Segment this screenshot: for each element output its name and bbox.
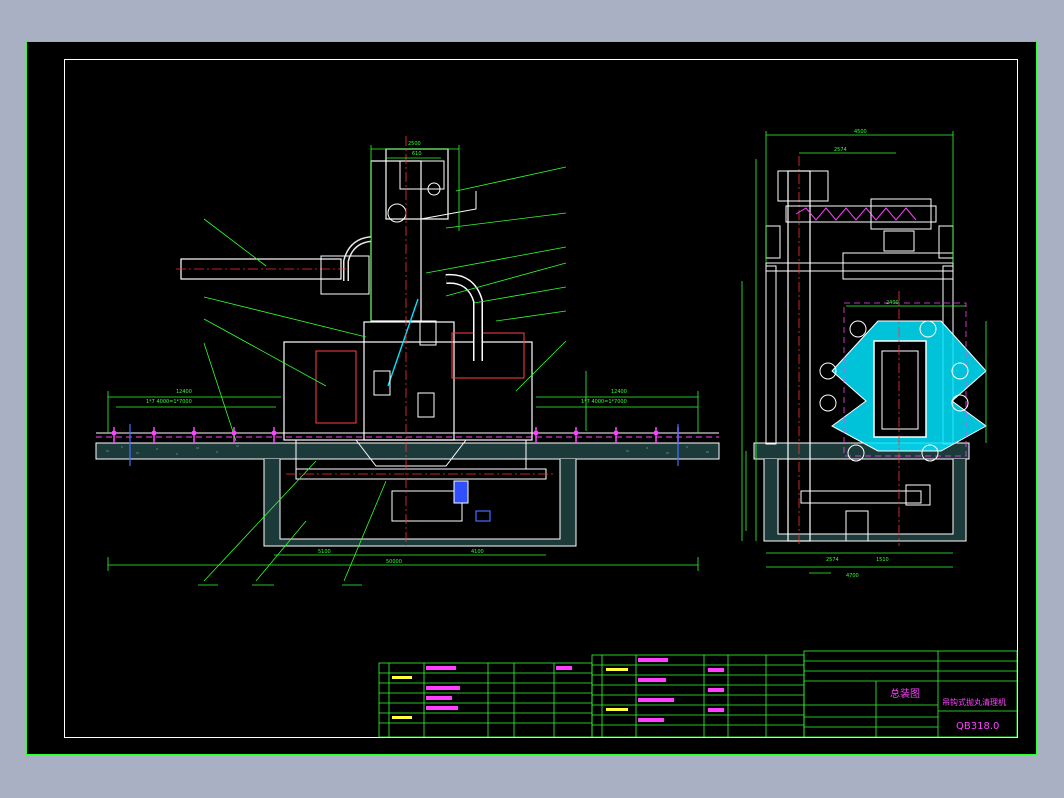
svg-text:1*7 4000=1*7000: 1*7 4000=1*7000 xyxy=(146,399,192,405)
cad-drawing: 总装图 吊钩式抛丸清理机 QB318.0 2500610 12400 12400 … xyxy=(26,41,1037,755)
svg-text:1*7 4000=1*7000: 1*7 4000=1*7000 xyxy=(581,399,627,405)
svg-text:4500: 4500 xyxy=(854,129,867,135)
svg-text:2574: 2574 xyxy=(826,557,839,563)
front-view xyxy=(95,136,720,586)
drawing-name: 吊钩式抛丸清理机 xyxy=(942,697,1006,707)
title-label: 总装图 xyxy=(890,687,920,700)
svg-text:12400: 12400 xyxy=(176,389,192,395)
svg-text:50000: 50000 xyxy=(386,559,402,565)
svg-text:12400: 12400 xyxy=(611,389,627,395)
parts-table xyxy=(378,650,1018,738)
svg-text:5100: 5100 xyxy=(318,549,331,555)
table-entries xyxy=(392,658,724,722)
svg-text:4100: 4100 xyxy=(471,549,484,555)
svg-text:2500: 2500 xyxy=(408,141,421,147)
side-view xyxy=(741,131,987,574)
drawing-sheet: 总装图 吊钩式抛丸清理机 QB318.0 2500 610 12400 12400 … xyxy=(26,41,1037,755)
drawing-number: QB318.0 xyxy=(956,721,999,732)
svg-text:4700: 4700 xyxy=(846,573,859,579)
svg-text:1510: 1510 xyxy=(876,557,889,563)
svg-text:2400: 2400 xyxy=(886,300,899,306)
svg-text:2574: 2574 xyxy=(834,147,847,153)
svg-text:610: 610 xyxy=(412,151,422,157)
